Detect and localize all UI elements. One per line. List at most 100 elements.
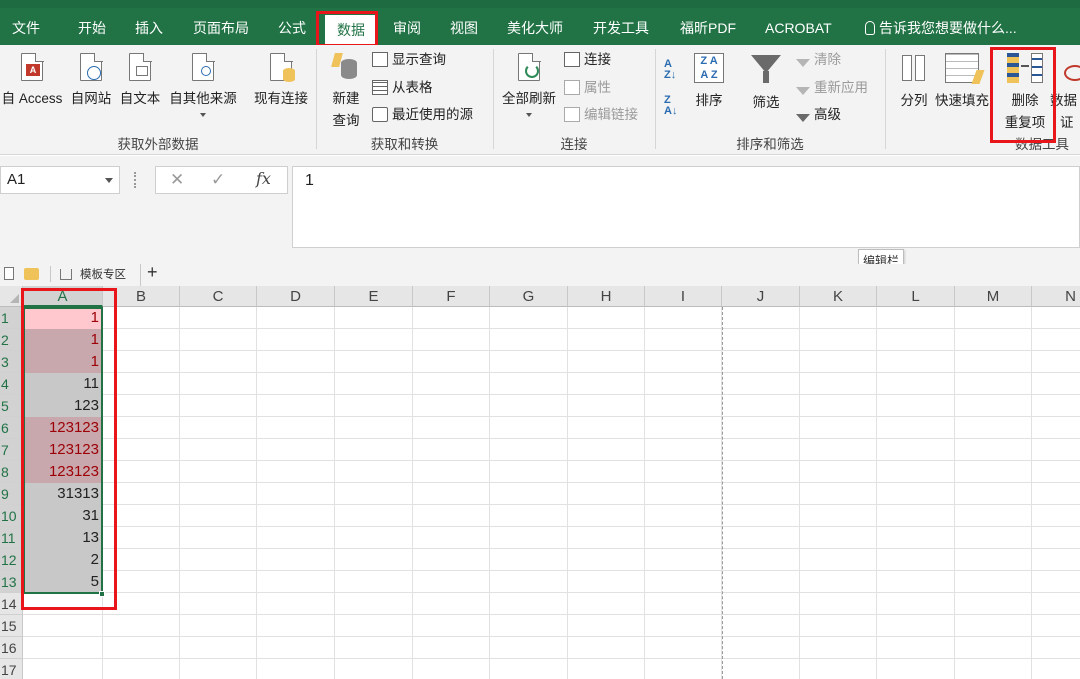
row-header-1[interactable]: 1 <box>0 307 23 329</box>
row-gridline <box>23 636 1080 637</box>
tell-me-text: 告诉我您想要做什么... <box>879 20 1017 36</box>
row-header-13[interactable]: 13 <box>0 571 23 593</box>
row-header-17[interactable]: 17 <box>0 659 23 679</box>
folder-icon[interactable] <box>24 268 39 280</box>
column-header-f[interactable]: F <box>413 286 490 307</box>
column-header-d[interactable]: D <box>257 286 335 307</box>
column-header-m[interactable]: M <box>955 286 1032 307</box>
enter-icon[interactable]: ✓ <box>211 170 225 190</box>
tab-page-layout[interactable]: 页面布局 <box>193 14 249 42</box>
from-text-button[interactable]: 自文本 <box>117 52 163 107</box>
from-table-button[interactable]: 从表格 <box>372 77 433 99</box>
row-header-16[interactable]: 16 <box>0 637 23 659</box>
group-label-external: 获取外部数据 <box>117 137 199 152</box>
row-header-2[interactable]: 2 <box>0 329 23 351</box>
name-box[interactable]: A1 <box>0 166 120 194</box>
column-header-g[interactable]: G <box>490 286 568 307</box>
tab-insert[interactable]: 插入 <box>135 14 163 42</box>
row-header-7[interactable]: 7 <box>0 439 23 461</box>
select-all-corner[interactable] <box>0 286 23 307</box>
column-header-e[interactable]: E <box>335 286 413 307</box>
insert-function-icon[interactable]: fx <box>256 169 271 188</box>
tab-formulas[interactable]: 公式 <box>278 14 306 42</box>
row-header-8[interactable]: 8 <box>0 461 23 483</box>
excel-window: 文件 开始 插入 页面布局 公式 数据 审阅 视图 美化大师 开发工具 福昕PD… <box>0 0 1080 679</box>
row-header-3[interactable]: 3 <box>0 351 23 373</box>
refresh-all-button[interactable]: 全部刷新 <box>498 52 560 117</box>
new-query-button[interactable]: 新建 查询 <box>322 53 370 129</box>
new-query-icon <box>331 53 359 81</box>
show-queries-icon <box>372 52 388 67</box>
row-header-10[interactable]: 10 <box>0 505 23 527</box>
cancel-icon[interactable]: ✕ <box>170 170 184 190</box>
reapply-button[interactable]: 重新应用 <box>796 77 868 99</box>
column-gridline <box>876 307 877 679</box>
sort-button[interactable]: Z AA Z 排序 <box>688 53 730 109</box>
new-file-icon[interactable] <box>4 267 14 280</box>
from-access-button[interactable]: A 自 Access <box>0 52 64 107</box>
chevron-down-icon <box>526 113 532 117</box>
row-gridline <box>23 328 1080 329</box>
tab-home[interactable]: 开始 <box>78 14 106 42</box>
flash-fill-button[interactable]: 快速填充 <box>924 53 1000 109</box>
column-header-i[interactable]: I <box>645 286 722 307</box>
resize-handle[interactable] <box>134 172 137 188</box>
row-header-14[interactable]: 14 <box>0 593 23 615</box>
filter-button[interactable]: 筛选 <box>746 53 786 111</box>
row-header-15[interactable]: 15 <box>0 615 23 637</box>
tab-file[interactable]: 文件 <box>12 14 40 42</box>
refresh-all-label: 全部刷新 <box>502 91 556 106</box>
tab-beautify-master[interactable]: 美化大师 <box>507 14 563 42</box>
column-header-k[interactable]: K <box>800 286 877 307</box>
column-header-n[interactable]: N <box>1032 286 1080 307</box>
spreadsheet-grid[interactable]: ABCDEFGHIJKLMN 1 2 3 4 5 6 7 8 9 10 11 12 13 14 15 16 17… <box>0 286 1080 679</box>
column-gridline <box>412 307 413 679</box>
tell-me-search[interactable]: 告诉我您想要做什么... <box>865 14 1017 42</box>
row-header-9[interactable]: 9 <box>0 483 23 505</box>
sort-ascending-button[interactable]: A Z↓ <box>664 59 678 81</box>
existing-connections-label: 现有连接 <box>254 91 308 106</box>
connections-button[interactable]: 连接 <box>564 49 611 71</box>
sort-descending-button[interactable]: Z A↓ <box>664 95 678 117</box>
row-gridline <box>23 548 1080 549</box>
workbook-tab-bar: 模板专区 + <box>0 262 1080 286</box>
advanced-filter-button[interactable]: 高级 <box>796 104 841 126</box>
ribbon-data: A 自 Access 自网站 自文本 自其他来源 现有连接 获取外部数据 新建 … <box>0 45 1080 155</box>
tab-view[interactable]: 视图 <box>450 14 478 42</box>
formula-input[interactable]: 1 <box>292 166 1080 248</box>
from-web-button[interactable]: 自网站 <box>67 52 115 107</box>
chevron-down-icon[interactable] <box>105 178 113 183</box>
formula-value: 1 <box>305 172 314 189</box>
connections-icon <box>564 52 580 67</box>
sort-label: 排序 <box>695 93 723 108</box>
add-tab-button[interactable]: + <box>147 262 158 283</box>
properties-button[interactable]: 属性 <box>564 77 611 99</box>
tab-acrobat[interactable]: ACROBAT <box>765 14 832 42</box>
row-header-4[interactable]: 4 <box>0 373 23 395</box>
lightbulb-icon <box>865 21 875 35</box>
advanced-filter-icon <box>796 114 810 122</box>
existing-connections-button[interactable]: 现有连接 <box>250 52 312 107</box>
new-query-label-2: 查询 <box>332 113 360 128</box>
row-header-6[interactable]: 6 <box>0 417 23 439</box>
tab-foxit-pdf[interactable]: 福昕PDF <box>680 14 736 42</box>
column-header-l[interactable]: L <box>877 286 955 307</box>
recent-sources-button[interactable]: 最近使用的源 <box>372 104 473 126</box>
column-gridline <box>179 307 180 679</box>
row-header-11[interactable]: 11 <box>0 527 23 549</box>
column-header-j[interactable]: J <box>722 286 800 307</box>
show-queries-button[interactable]: 显示查询 <box>372 49 446 71</box>
sort-za-icon: Z A↓ <box>664 94 678 117</box>
tab-review[interactable]: 审阅 <box>393 14 421 42</box>
column-header-c[interactable]: C <box>180 286 257 307</box>
row-header-12[interactable]: 12 <box>0 549 23 571</box>
template-zone-tab[interactable]: 模板专区 <box>80 266 126 282</box>
table-icon <box>372 80 388 95</box>
row-header-5[interactable]: 5 <box>0 395 23 417</box>
highlight-data-tab <box>316 11 378 47</box>
clear-filter-button[interactable]: 清除 <box>796 49 841 71</box>
from-other-sources-button[interactable]: 自其他来源 <box>166 52 240 117</box>
column-header-h[interactable]: H <box>568 286 645 307</box>
edit-links-button[interactable]: 编辑链接 <box>564 104 638 126</box>
tab-developer[interactable]: 开发工具 <box>593 14 649 42</box>
